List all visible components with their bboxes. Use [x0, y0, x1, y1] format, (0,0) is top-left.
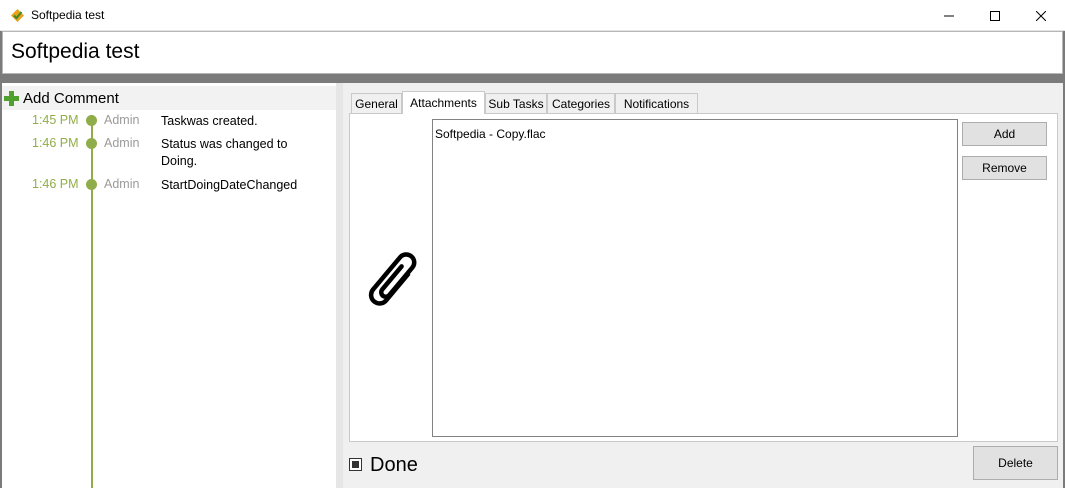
tab-general[interactable]: General — [351, 93, 402, 113]
done-label: Done — [370, 454, 418, 476]
list-item[interactable]: Softpedia - Copy.flac — [435, 127, 546, 141]
checkbox-fill — [352, 461, 359, 468]
remove-attachment-button[interactable]: Remove — [962, 156, 1047, 180]
comment-time: 1:45 PM — [32, 113, 79, 127]
comment-time: 1:46 PM — [32, 177, 79, 191]
paperclip-icon — [368, 252, 417, 306]
title-bar: Softpedia test — [0, 0, 1065, 31]
comment-text: Taskwas created. — [161, 114, 258, 128]
tab-attachments[interactable]: Attachments — [402, 91, 485, 114]
comment-text: StartDoingDateChanged — [161, 178, 298, 192]
attachments-list[interactable]: Softpedia - Copy.flac — [432, 119, 958, 437]
add-comment-label: Add Comment — [23, 90, 119, 107]
timeline-dot — [86, 138, 97, 149]
add-attachment-button[interactable]: Add — [962, 122, 1047, 146]
delete-button[interactable]: Delete — [973, 446, 1058, 480]
plus-icon — [4, 91, 19, 106]
timeline-dot — [86, 115, 97, 126]
add-comment-button[interactable]: Add Comment — [2, 86, 336, 110]
timeline-dot — [86, 179, 97, 190]
window-title: Softpedia test — [31, 8, 105, 22]
close-icon — [1036, 10, 1046, 21]
maximize-button[interactable] — [972, 0, 1018, 31]
app-logo-icon — [11, 9, 24, 22]
comment-user: Admin — [104, 177, 140, 191]
tab-sub-tasks[interactable]: Sub Tasks — [485, 93, 547, 113]
comment-text: Status was changed to Doing. — [161, 137, 288, 168]
header-divider — [0, 74, 1065, 83]
maximize-icon — [990, 10, 1000, 21]
pane-splitter[interactable] — [336, 83, 343, 488]
close-button[interactable] — [1018, 0, 1064, 31]
minimize-button[interactable] — [926, 0, 972, 31]
minimize-icon — [944, 15, 954, 16]
comment-user: Admin — [104, 136, 140, 150]
comment-user: Admin — [104, 113, 140, 127]
task-name-field[interactable]: Softpedia test — [2, 31, 1063, 74]
timeline-line — [91, 115, 93, 488]
done-checkbox[interactable] — [349, 458, 362, 471]
task-name-text: Softpedia test — [11, 40, 140, 63]
attachments-panel: Softpedia - Copy.flac Add Remove — [349, 113, 1058, 442]
tab-categories[interactable]: Categories — [547, 93, 615, 113]
comment-time: 1:46 PM — [32, 136, 79, 150]
tab-notifications[interactable]: Notifications — [615, 93, 698, 113]
comments-pane: Add Comment 1:45 PM Admin Taskwas create… — [2, 83, 336, 488]
details-pane: General Attachments Sub Tasks Categories… — [343, 83, 1063, 488]
